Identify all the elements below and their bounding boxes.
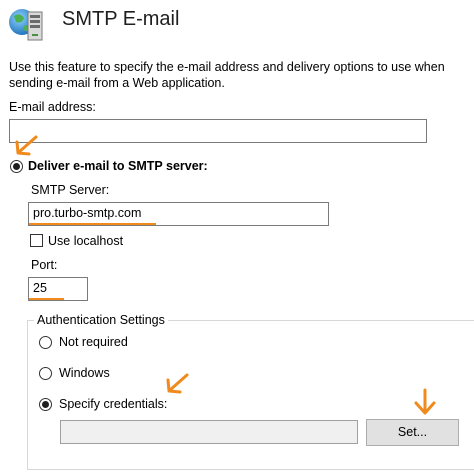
port-label: Port:	[31, 258, 58, 272]
deliver-to-smtp-label: Deliver e-mail to SMTP server:	[28, 159, 208, 173]
arrow-icon	[165, 372, 191, 396]
smtp-mail-server-icon	[6, 4, 50, 44]
specify-credentials-label: Specify credentials:	[59, 397, 168, 411]
arrow-icon	[413, 388, 437, 416]
use-localhost-label: Use localhost	[48, 234, 124, 248]
email-address-label: E-mail address:	[9, 100, 96, 114]
credentials-field	[60, 420, 358, 444]
set-credentials-button[interactable]: Set...	[366, 419, 459, 446]
page-title: SMTP E-mail	[62, 8, 180, 30]
email-address-field[interactable]	[9, 119, 427, 143]
windows-radio[interactable]	[39, 367, 52, 380]
smtp-server-highlight	[29, 223, 156, 225]
use-localhost-checkbox[interactable]	[30, 234, 43, 247]
specify-credentials-radio[interactable]	[39, 398, 52, 411]
smtp-server-label: SMTP Server:	[31, 183, 110, 197]
feature-description: Use this feature to specify the e-mail a…	[9, 60, 445, 90]
arrow-icon	[14, 134, 40, 158]
windows-label: Windows	[59, 366, 110, 380]
not-required-label: Not required	[59, 335, 128, 349]
port-highlight	[29, 298, 64, 300]
not-required-radio[interactable]	[39, 336, 52, 349]
authentication-settings-legend: Authentication Settings	[34, 313, 168, 327]
deliver-to-smtp-radio[interactable]	[10, 160, 23, 173]
